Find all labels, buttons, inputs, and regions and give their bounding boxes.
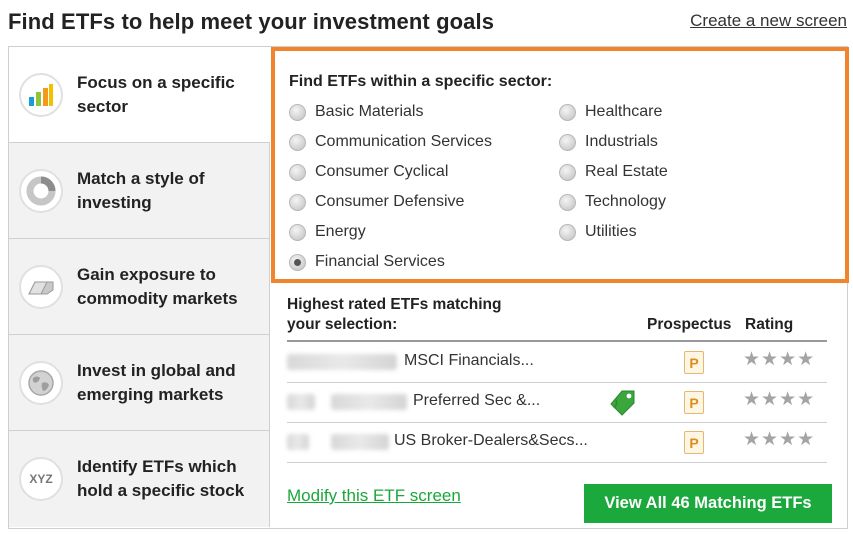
modify-etf-screen-link[interactable]: Modify this ETF screen [287, 486, 461, 506]
etf-name[interactable]: MSCI Financials... [404, 352, 534, 370]
page-title: Find ETFs to help meet your investment g… [8, 9, 495, 34]
radio-utilities[interactable]: Utilities [559, 221, 637, 243]
radio-button-selected[interactable] [289, 253, 306, 271]
redacted-text [287, 394, 315, 410]
bar-chart-icon [19, 73, 63, 117]
create-new-screen-link[interactable]: Create a new screen [690, 11, 847, 31]
sidebar-item-label: Identify ETFs which hold a specific stoc… [77, 457, 245, 500]
redacted-text [331, 394, 407, 410]
table-row[interactable]: US Broker-Dealers&Secs... P ★★★★ [287, 422, 827, 462]
radio-button[interactable] [289, 223, 306, 241]
prospectus-icon[interactable]: P [684, 391, 704, 414]
table-row[interactable]: MSCI Financials... P ★★★★ [287, 342, 827, 382]
rating-stars: ★★★★ [743, 429, 816, 450]
radio-healthcare[interactable]: Healthcare [559, 101, 662, 123]
etf-name[interactable]: Preferred Sec &... [413, 392, 540, 410]
rating-stars: ★★★★ [743, 389, 816, 410]
sidebar-item-label: Focus on a specific sector [77, 73, 235, 116]
style-ring-icon [19, 169, 63, 213]
radio-button[interactable] [559, 133, 576, 151]
sidebar-item-label: Gain exposure to commodity markets [77, 265, 238, 308]
rating-stars: ★★★★ [743, 349, 816, 370]
sector-selector: Find ETFs within a specific sector: Basi… [271, 47, 849, 283]
table-row[interactable]: Preferred Sec &... P ★★★★ [287, 382, 827, 422]
xyz-icon: XYZ [19, 457, 63, 501]
sidebar-item-label: Match a style of investing [77, 169, 205, 212]
radio-communication-services[interactable]: Communication Services [289, 131, 492, 153]
radio-basic-materials[interactable]: Basic Materials [289, 101, 423, 123]
radio-consumer-defensive[interactable]: Consumer Defensive [289, 191, 464, 213]
prospectus-icon[interactable]: P [684, 431, 704, 454]
sidebar-item-style[interactable]: Match a style of investing [9, 143, 270, 239]
radio-button[interactable] [289, 163, 306, 181]
sidebar-item-commodity[interactable]: Gain exposure to commodity markets [9, 239, 270, 335]
redacted-text [331, 434, 389, 450]
radio-consumer-cyclical[interactable]: Consumer Cyclical [289, 161, 448, 183]
radio-technology[interactable]: Technology [559, 191, 666, 213]
prospectus-icon[interactable]: P [684, 351, 704, 374]
view-all-matching-button[interactable]: View All 46 Matching ETFs [584, 484, 832, 523]
radio-real-estate[interactable]: Real Estate [559, 161, 668, 183]
radio-industrials[interactable]: Industrials [559, 131, 658, 153]
radio-button[interactable] [289, 193, 306, 211]
globe-icon [19, 361, 63, 405]
radio-button[interactable] [289, 103, 306, 121]
sector-heading: Find ETFs within a specific sector: [289, 73, 553, 90]
sidebar-item-sector[interactable]: Focus on a specific sector [9, 47, 270, 143]
goal-sidebar: Focus on a specific sector Match a style… [9, 47, 270, 528]
radio-financial-services[interactable]: Financial Services [289, 251, 445, 273]
radio-button[interactable] [559, 103, 576, 121]
sidebar-item-stock[interactable]: XYZ Identify ETFs which hold a specific … [9, 431, 270, 527]
radio-button[interactable] [559, 193, 576, 211]
sidebar-item-global[interactable]: Invest in global and emerging markets [9, 335, 270, 431]
column-header-rating: Rating [745, 316, 794, 333]
etf-finder-panel: Focus on a specific sector Match a style… [8, 46, 849, 529]
radio-button[interactable] [289, 133, 306, 151]
redacted-text [287, 354, 397, 370]
redacted-text [287, 434, 309, 450]
radio-button[interactable] [559, 163, 576, 181]
column-header-prospectus: Prospectus [647, 316, 732, 333]
tag-icon [610, 388, 638, 416]
radio-button[interactable] [559, 223, 576, 241]
radio-energy[interactable]: Energy [289, 221, 366, 243]
results-panel: Highest rated ETFs matching your selecti… [271, 283, 849, 528]
etf-name[interactable]: US Broker-Dealers&Secs... [394, 432, 588, 450]
sidebar-item-label: Invest in global and emerging markets [77, 361, 236, 404]
divider [287, 462, 827, 463]
gold-bar-icon [19, 265, 63, 309]
results-heading: Highest rated ETFs matching your selecti… [287, 296, 502, 333]
